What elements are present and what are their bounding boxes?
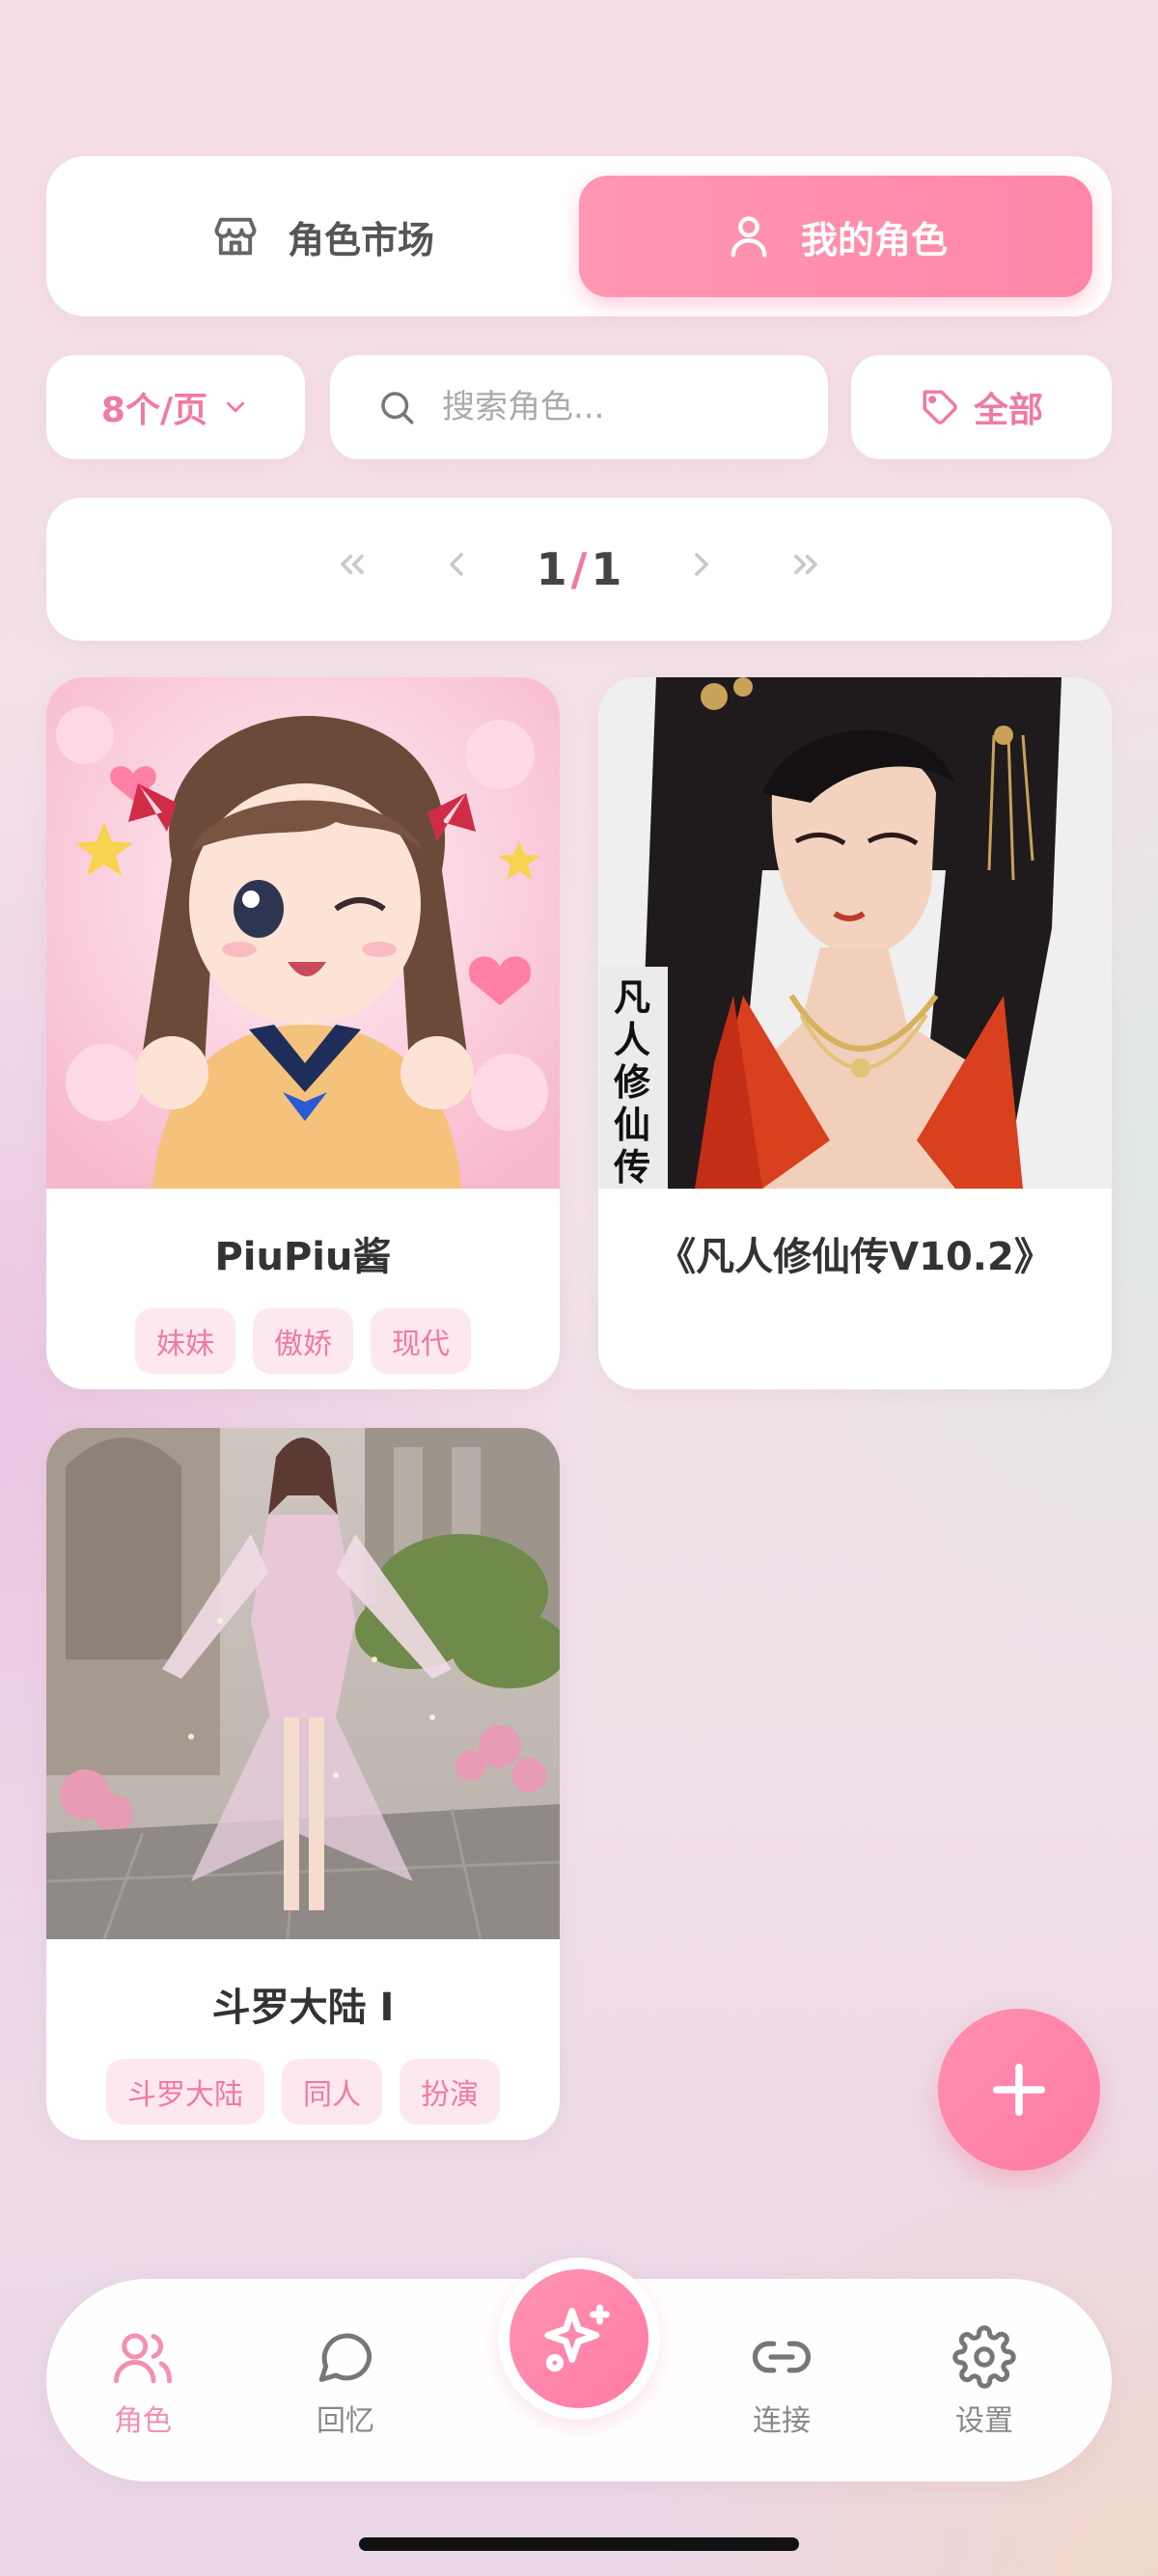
character-name: 《凡人修仙传V10.2》 xyxy=(657,1235,1053,1279)
link-icon xyxy=(752,2341,812,2373)
character-tag: 妹妹 xyxy=(135,1308,235,1374)
home-indicator xyxy=(359,2537,799,2551)
current-page: 1 xyxy=(536,543,567,595)
nav-label: 连接 xyxy=(753,2404,811,2438)
tag-filter-button[interactable]: 全部 xyxy=(851,355,1112,459)
per-page-select[interactable]: 8个/页 xyxy=(46,355,305,459)
pagination: 1/1 xyxy=(46,498,1112,641)
image-calligraphy-text: 凡人修仙传 xyxy=(614,976,651,1184)
store-icon xyxy=(214,217,257,256)
ai-sparkle-button[interactable] xyxy=(498,2258,660,2420)
character-card[interactable]: 凡人修仙传 《凡人修仙传V10.2》 xyxy=(598,677,1112,1389)
character-tag: 现代 xyxy=(371,1308,471,1374)
nav-item-connect[interactable]: 连接 xyxy=(704,2325,859,2439)
tab-label: 我的角色 xyxy=(800,218,948,261)
prev-page-button[interactable] xyxy=(432,545,481,594)
tag-list: 斗罗大陆 同人 扮演 xyxy=(46,2059,560,2124)
add-character-button[interactable] xyxy=(938,2009,1100,2171)
users-icon xyxy=(114,2333,172,2384)
chevron-right-icon xyxy=(695,552,709,576)
character-card[interactable]: PiuPiu酱 妹妹 傲娇 现代 xyxy=(46,677,560,1389)
character-tag: 傲娇 xyxy=(253,1308,353,1374)
character-tag: 同人 xyxy=(282,2059,382,2124)
nav-item-characters[interactable]: 角色 xyxy=(66,2325,220,2439)
search-icon xyxy=(381,392,414,425)
page-separator: / xyxy=(570,543,588,595)
double-chevron-left-icon xyxy=(340,554,364,574)
tab-my-characters[interactable]: 我的角色 xyxy=(579,176,1092,297)
chat-bubble-icon xyxy=(318,2333,372,2382)
tag-icon xyxy=(923,390,957,425)
tab-switcher: 角色市场 我的角色 xyxy=(46,156,1112,316)
gear-icon xyxy=(952,2325,1016,2389)
chevron-down-icon xyxy=(227,401,245,413)
character-tag: 扮演 xyxy=(400,2059,500,2124)
per-page-value: 8个/页 xyxy=(100,391,208,430)
nav-label: 设置 xyxy=(955,2404,1013,2438)
sparkle-button-inner xyxy=(510,2269,648,2408)
tab-character-market[interactable]: 角色市场 xyxy=(66,176,579,297)
tag-list: 妹妹 傲娇 现代 xyxy=(46,1308,560,1374)
last-page-button[interactable] xyxy=(782,545,830,594)
tab-label: 角色市场 xyxy=(287,218,434,261)
nav-item-settings[interactable]: 设置 xyxy=(907,2325,1062,2439)
character-portrait xyxy=(46,677,560,1189)
first-page-button[interactable] xyxy=(328,545,376,594)
character-portrait: 凡人修仙传 xyxy=(598,677,1112,1189)
nav-item-memories[interactable]: 回忆 xyxy=(268,2325,423,2439)
double-chevron-right-icon xyxy=(794,554,818,574)
total-pages: 1 xyxy=(591,543,622,595)
character-card[interactable]: 斗罗大陆 I 斗罗大陆 同人 扮演 xyxy=(46,1428,560,2140)
search-box xyxy=(330,355,828,459)
character-name: PiuPiu酱 xyxy=(214,1235,392,1279)
search-input[interactable] xyxy=(442,388,789,426)
character-portrait xyxy=(46,1428,560,1939)
nav-label: 回忆 xyxy=(317,2404,374,2438)
user-icon xyxy=(731,216,767,258)
nav-label: 角色 xyxy=(114,2404,172,2438)
next-page-button[interactable] xyxy=(677,545,726,594)
character-tag: 斗罗大陆 xyxy=(106,2059,264,2124)
sparkles-icon xyxy=(544,2304,611,2372)
character-name: 斗罗大陆 I xyxy=(211,1986,395,2030)
tag-filter-label: 全部 xyxy=(973,391,1043,430)
plus-icon xyxy=(992,2063,1046,2117)
page-indicator: 1/1 xyxy=(537,543,622,595)
chevron-left-icon xyxy=(449,552,463,576)
